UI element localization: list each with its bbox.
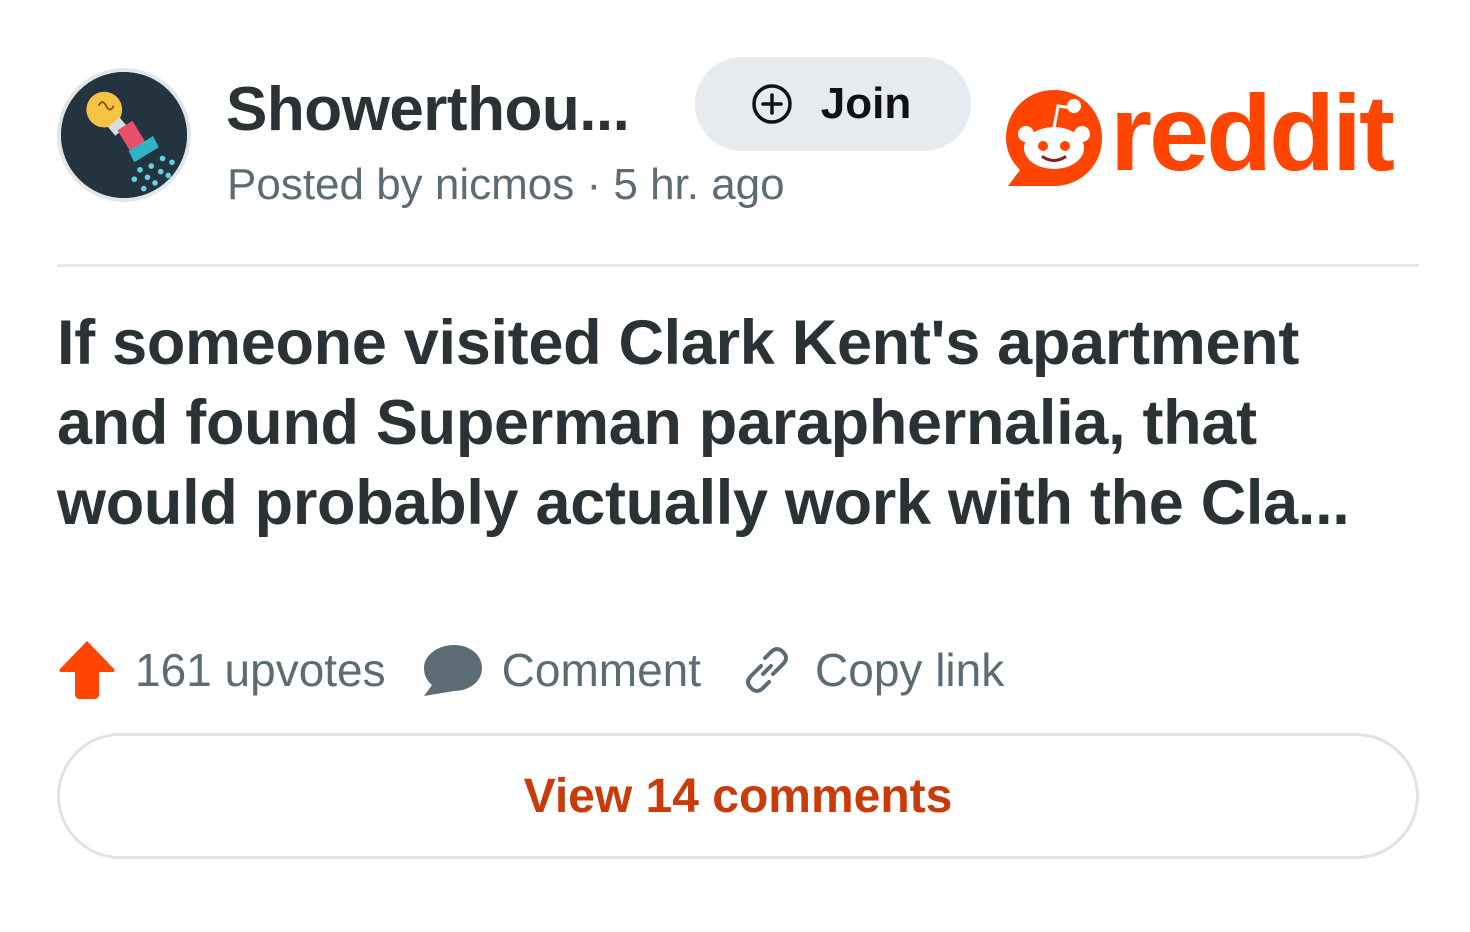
post-actions: 161 upvotes Comment Copy link xyxy=(57,630,1004,710)
view-comments-button[interactable]: View 14 comments xyxy=(57,733,1419,859)
chat-bubble-icon xyxy=(423,645,482,696)
arrow-up-icon xyxy=(59,641,115,699)
post-meta: Posted by nicmos · 5 hr. ago xyxy=(227,160,785,209)
plus-circle-icon xyxy=(752,84,792,124)
join-label: Join xyxy=(820,79,912,128)
lightbulb-shower-icon xyxy=(61,72,187,198)
reddit-wordmark: reddit xyxy=(1110,72,1395,193)
copy-link-button[interactable]: Copy link xyxy=(701,642,1004,698)
comment-button[interactable]: Comment xyxy=(386,641,701,699)
reddit-snoo-icon xyxy=(1006,90,1102,186)
view-comments-label: View 14 comments xyxy=(523,769,953,823)
link-icon xyxy=(746,647,789,693)
subreddit-avatar[interactable] xyxy=(57,68,191,202)
upvote-count: 161 upvotes xyxy=(135,644,386,696)
reddit-logo[interactable]: reddit xyxy=(1002,73,1422,192)
join-button[interactable]: Join xyxy=(695,57,971,151)
post-title[interactable]: If someone visited Clark Kent's apartmen… xyxy=(57,303,1419,543)
header-divider xyxy=(57,264,1419,267)
copy-link-label: Copy link xyxy=(815,644,1005,696)
subreddit-name[interactable]: Showerthou... xyxy=(226,74,630,145)
comment-label: Comment xyxy=(501,644,702,696)
upvote-button[interactable]: 161 upvotes xyxy=(57,638,386,702)
